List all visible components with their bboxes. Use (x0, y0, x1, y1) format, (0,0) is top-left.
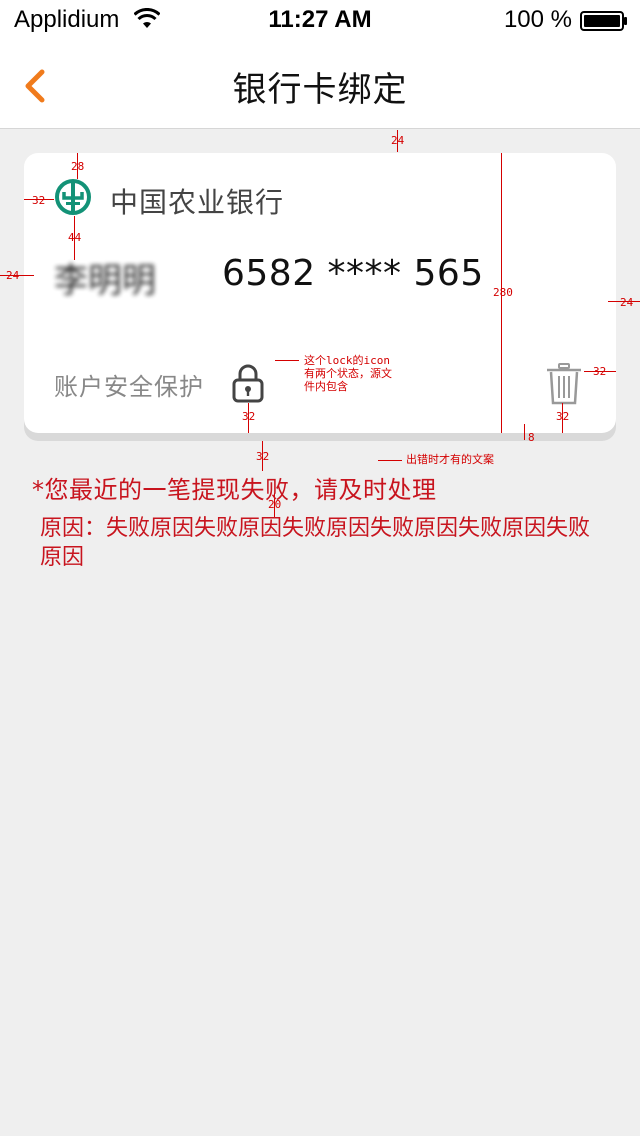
dimension-label: 32 (256, 450, 270, 463)
annotation-pointer (378, 460, 402, 461)
withdraw-failed-message: *您最近的一笔提现失败，请及时处理 (32, 476, 437, 504)
account-security-label: 账户安全保护 (54, 373, 204, 401)
dimension-label: 24 (391, 134, 405, 147)
dimension-label: 24 (6, 269, 20, 282)
card-number: 6582 **** 565 (222, 253, 484, 294)
dimension-label: 32 (556, 410, 570, 423)
error-text-note: 出错时才有的文案 (406, 453, 494, 466)
dimension-line (524, 424, 525, 440)
dimension-label: 8 (528, 431, 535, 444)
dimension-label: 28 (71, 160, 85, 173)
bank-logo-icon (55, 179, 91, 215)
bank-name: 中国农业银行 (110, 186, 285, 219)
dimension-label: 32 (242, 410, 256, 423)
battery-percent: 100 % (503, 6, 572, 33)
lock-state-note: 这个lock的icon有两个状态，源文件内包含 (304, 354, 392, 393)
dimension-label: 32 (593, 365, 607, 378)
dimension-label: 280 (493, 286, 513, 299)
nav-bar: 银行卡绑定 (0, 40, 640, 129)
card-holder-name: 李明明 (54, 261, 156, 301)
dimension-label: 32 (32, 194, 46, 207)
annotation-pointer (275, 360, 299, 361)
page-title: 银行卡绑定 (232, 70, 408, 110)
battery-icon (580, 11, 627, 31)
dimension-label: 24 (620, 296, 634, 309)
failure-reason: 原因：失败原因失败原因失败原因失败原因失败原因失败原因 (40, 516, 591, 570)
dimension-label: 44 (68, 231, 82, 244)
status-bar: Applidium 11:27 AM 100 % (0, 0, 640, 40)
lock-icon[interactable] (232, 363, 264, 403)
trash-icon[interactable] (546, 363, 582, 405)
